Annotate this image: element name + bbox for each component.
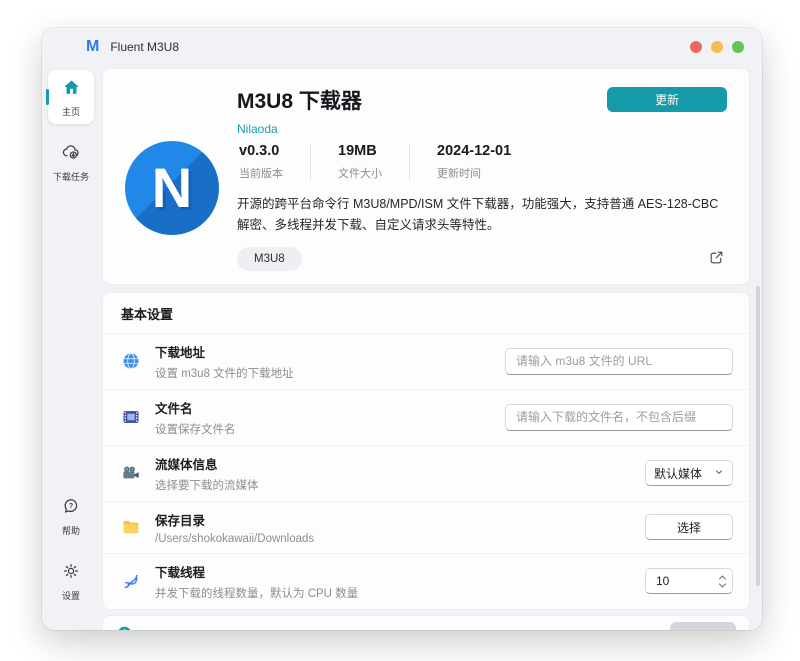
share-icon xyxy=(708,254,725,269)
setting-subtitle: 并发下载的线程数量，默认为 CPU 数量 xyxy=(155,585,358,601)
download-button-label: 下载 xyxy=(699,627,723,630)
traffic-lights xyxy=(690,41,744,53)
stat-label: 文件大小 xyxy=(338,165,382,181)
app-description: 开源的跨平台命令行 M3U8/MPD/ISM 文件下载器，功能强大，支持普通 A… xyxy=(237,194,727,237)
tag-m3u8: M3U8 xyxy=(237,247,302,271)
share-button[interactable] xyxy=(706,247,727,271)
home-icon xyxy=(62,78,81,102)
zoom-button[interactable] xyxy=(732,41,744,53)
app-title: Fluent M3U8 xyxy=(110,40,179,54)
app-info-card: M3U8 下载器 Nilaoda 更新 N v0.3.0 当前版本 xyxy=(102,68,750,285)
stat-updated: 2024-12-01 更新时间 xyxy=(409,143,538,181)
setting-row-filename: 文件名 设置保存文件名 xyxy=(103,389,749,445)
film-icon xyxy=(119,407,143,427)
minimize-button[interactable] xyxy=(711,41,723,53)
media-select[interactable]: 默认媒体 xyxy=(645,460,733,486)
sidebar-item-help[interactable]: ? 帮助 xyxy=(48,488,94,543)
movie-camera-icon xyxy=(119,463,143,483)
sidebar-item-label: 帮助 xyxy=(62,524,80,537)
play-icon xyxy=(682,629,693,631)
close-button[interactable] xyxy=(690,41,702,53)
sidebar-item-home[interactable]: 主页 xyxy=(48,70,94,124)
gear-icon xyxy=(61,561,81,586)
settings-card: 基本设置 下载地址 设置 m3u8 文件的下载地址 xyxy=(102,292,750,610)
sidebar-item-label: 设置 xyxy=(62,589,80,602)
stat-label: 更新时间 xyxy=(437,165,511,181)
sidebar-item-label: 主页 xyxy=(62,105,80,118)
author-link[interactable]: Nilaoda xyxy=(237,122,362,136)
svg-text:?: ? xyxy=(69,502,73,510)
thread-icon xyxy=(119,571,143,591)
info-icon xyxy=(116,625,133,631)
choose-directory-button[interactable]: 选择 xyxy=(645,514,733,540)
sidebar: 主页 下载任务 xyxy=(42,66,100,630)
download-button[interactable]: 下载 xyxy=(670,622,736,631)
stat-value: 2024-12-01 xyxy=(437,143,511,159)
stat-label: 当前版本 xyxy=(239,165,283,181)
download-hint: 点击下载按钮以启动下载任务 👉 xyxy=(143,626,325,630)
folder-icon xyxy=(119,517,143,537)
help-bubble-icon: ? xyxy=(61,496,81,521)
stat-value: 19MB xyxy=(338,143,382,159)
setting-subtitle: 选择要下载的流媒体 xyxy=(155,477,259,493)
url-input[interactable] xyxy=(505,348,733,375)
filename-input[interactable] xyxy=(505,404,733,431)
setting-title: 流媒体信息 xyxy=(155,454,259,473)
cloud-download-icon xyxy=(61,142,81,167)
app-logo-icon: M xyxy=(86,39,99,55)
setting-subtitle: 设置 m3u8 文件的下载地址 xyxy=(155,365,294,381)
setting-row-savedir: 保存目录 /Users/shokokawaii/Downloads 选择 xyxy=(103,501,749,553)
chevron-down-icon xyxy=(714,466,724,480)
app-window: M Fluent M3U8 主页 xyxy=(42,28,762,630)
scrollbar[interactable] xyxy=(756,286,760,586)
setting-subtitle: 设置保存文件名 xyxy=(155,421,236,437)
page-title: M3U8 下载器 xyxy=(237,85,362,115)
sidebar-item-settings[interactable]: 设置 xyxy=(48,553,94,608)
setting-row-stream: 流媒体信息 选择要下载的流媒体 默认媒体 xyxy=(103,445,749,501)
media-select-value: 默认媒体 xyxy=(654,465,702,482)
setting-row-url: 下载地址 设置 m3u8 文件的下载地址 xyxy=(103,334,749,389)
sidebar-item-label: 下载任务 xyxy=(53,170,89,183)
thread-count-stepper[interactable]: 10 xyxy=(645,568,733,594)
setting-title: 文件名 xyxy=(155,398,236,417)
version-stats: v0.3.0 当前版本 19MB 文件大小 2024-12-01 更新时间 xyxy=(237,143,727,181)
setting-title: 保存目录 xyxy=(155,510,314,529)
setting-subtitle: /Users/shokokawaii/Downloads xyxy=(155,533,314,545)
stat-size: 19MB 文件大小 xyxy=(310,143,409,181)
titlebar: M Fluent M3U8 xyxy=(42,28,762,66)
sidebar-item-download-tasks[interactable]: 下载任务 xyxy=(48,134,94,189)
logo-letter: N xyxy=(152,160,192,216)
setting-row-threads: 下载线程 并发下载的线程数量，默认为 CPU 数量 10 xyxy=(103,553,749,609)
setting-title: 下载地址 xyxy=(155,342,294,361)
app-logo-image: N xyxy=(125,141,219,235)
stepper-chevrons[interactable] xyxy=(718,574,727,589)
stat-value: v0.3.0 xyxy=(239,143,283,159)
thread-count-value: 10 xyxy=(656,574,669,588)
globe-icon xyxy=(119,351,143,371)
stat-version: v0.3.0 当前版本 xyxy=(237,143,310,181)
settings-header: 基本设置 xyxy=(103,293,749,334)
main-content: M3U8 下载器 Nilaoda 更新 N v0.3.0 当前版本 xyxy=(100,66,762,630)
setting-title: 下载线程 xyxy=(155,562,358,581)
update-button[interactable]: 更新 xyxy=(607,87,727,112)
download-bar: 点击下载按钮以启动下载任务 👉 下载 xyxy=(102,615,750,631)
